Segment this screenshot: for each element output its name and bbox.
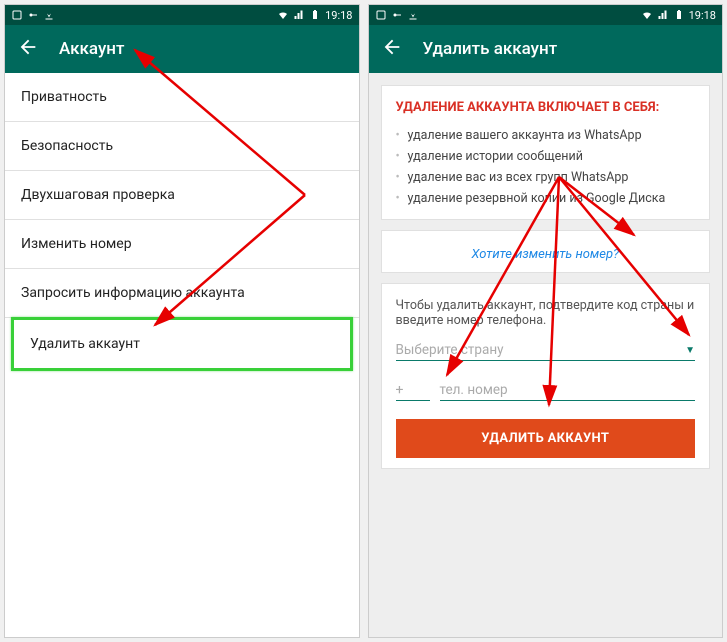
status-bar: 19:18	[5, 5, 359, 25]
signal-icon	[657, 9, 669, 21]
nfc-icon	[11, 9, 23, 21]
country-selector[interactable]: Выберите страну ▼	[396, 342, 696, 361]
bullet-item: удаление резервной копии из Google Диска	[396, 188, 696, 209]
country-code-input[interactable]: +	[396, 382, 430, 401]
battery-icon	[673, 9, 685, 21]
settings-list: Приватность Безопасность Двухшаговая про…	[5, 73, 359, 371]
key-icon	[391, 9, 403, 21]
app-bar: Аккаунт	[5, 25, 359, 73]
clock: 19:18	[689, 9, 716, 22]
page-title: Удалить аккаунт	[423, 39, 558, 59]
delete-account-button[interactable]: УДАЛИТЬ АККАУНТ	[396, 419, 696, 458]
country-placeholder: Выберите страну	[396, 342, 504, 358]
change-number-card: Хотите изменить номер?	[381, 230, 711, 273]
list-item-privacy[interactable]: Приватность	[5, 73, 359, 122]
warning-title: УДАЛЕНИЕ АККАУНТА ВКЛЮЧАЕТ В СЕБЯ:	[396, 100, 696, 115]
back-button[interactable]	[17, 36, 39, 62]
list-item-two-step[interactable]: Двухшаговая проверка	[5, 171, 359, 220]
wifi-icon	[277, 9, 289, 21]
list-item-change-number[interactable]: Изменить номер	[5, 220, 359, 269]
bullet-item: удаление вас из всех групп WhatsApp	[396, 167, 696, 188]
signal-icon	[293, 9, 305, 21]
key-icon	[27, 9, 39, 21]
status-bar: 19:18	[369, 5, 723, 25]
list-item-request-info[interactable]: Запросить информацию аккаунта	[5, 269, 359, 318]
battery-icon	[309, 9, 321, 21]
nfc-icon	[375, 9, 387, 21]
chevron-down-icon: ▼	[685, 345, 695, 356]
change-number-link[interactable]: Хотите изменить номер?	[396, 237, 696, 266]
clock: 19:18	[325, 9, 352, 22]
back-button[interactable]	[381, 36, 403, 62]
phone-input-row: + тел. номер	[396, 379, 696, 401]
download-icon	[43, 9, 55, 21]
phone-placeholder: тел. номер	[440, 382, 508, 398]
app-bar: Удалить аккаунт	[369, 25, 723, 73]
bullet-item: удаление вашего аккаунта из WhatsApp	[396, 125, 696, 146]
warning-card: УДАЛЕНИЕ АККАУНТА ВКЛЮЧАЕТ В СЕБЯ: удале…	[381, 85, 711, 220]
list-item-delete-account[interactable]: Удалить аккаунт	[11, 317, 353, 371]
list-item-security[interactable]: Безопасность	[5, 122, 359, 171]
confirm-instructions: Чтобы удалить аккаунт, подтвердите код с…	[396, 298, 696, 328]
phone-number-input[interactable]: тел. номер	[440, 379, 696, 401]
bullet-item: удаление истории сообщений	[396, 146, 696, 167]
wifi-icon	[641, 9, 653, 21]
content-area: УДАЛЕНИЕ АККАУНТА ВКЛЮЧАЕТ В СЕБЯ: удале…	[369, 73, 723, 637]
phone-screen-delete-account: 19:18 Удалить аккаунт УДАЛЕНИЕ АККАУНТА …	[368, 4, 724, 638]
page-title: Аккаунт	[59, 39, 124, 59]
phone-screen-account: 19:18 Аккаунт Приватность Безопасность Д…	[4, 4, 360, 638]
confirm-card: Чтобы удалить аккаунт, подтвердите код с…	[381, 283, 711, 469]
download-icon	[407, 9, 419, 21]
